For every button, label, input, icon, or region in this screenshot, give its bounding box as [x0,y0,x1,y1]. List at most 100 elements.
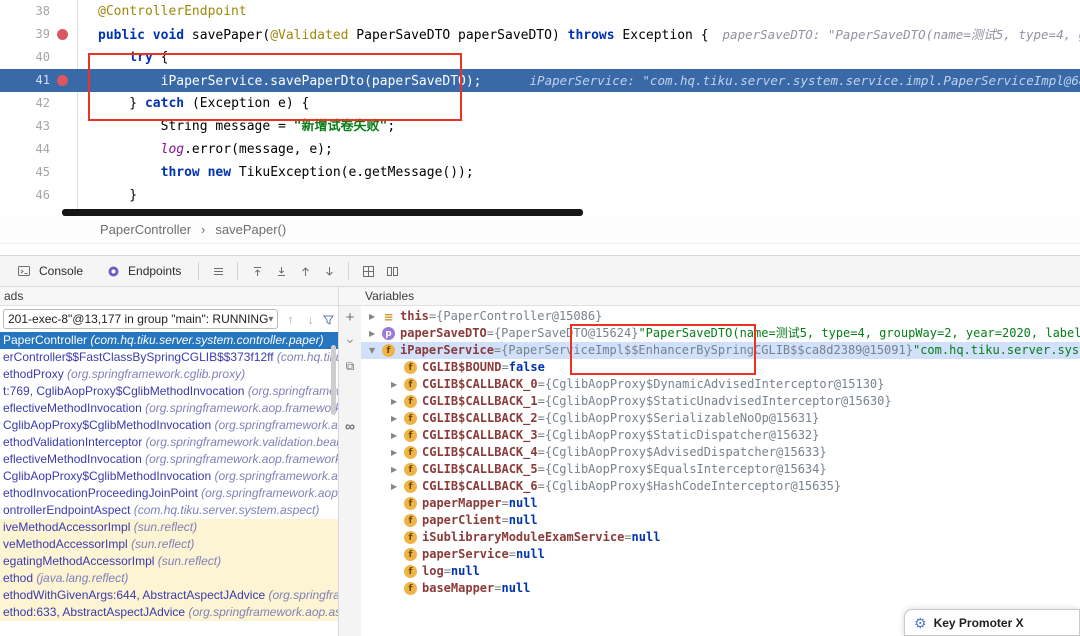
expand-chevron-icon[interactable]: ▶ [391,427,404,444]
equals-sign: = [537,377,545,391]
variable-row[interactable]: f paperClient = null [361,512,1080,529]
tab-console[interactable]: Console [6,258,91,284]
expand-chevron-icon[interactable]: ▶ [391,410,404,427]
variable-reference: {CglibAopProxy$StaticDispatcher@15632} [544,428,820,442]
variable-row[interactable]: ▶ f CGLIB$CALLBACK_1 = {CglibAopProxy$St… [361,393,1080,410]
variable-row[interactable]: ▶ p paperSaveDTO = {PaperSaveDTO@15624} … [361,325,1080,342]
frames-scrollbar-thumb[interactable] [331,345,336,415]
breadcrumb-method[interactable]: savePaper() [215,222,286,237]
hamburger-menu-icon[interactable] [208,261,228,281]
gutter-cell[interactable] [50,138,78,161]
duplicate-icon[interactable]: ⧉ [339,358,361,374]
scroll-to-bottom-icon[interactable] [271,261,291,281]
toolbar-separator [198,262,200,280]
stack-frame[interactable]: CglibAopProxy$CglibMethodInvocation (org… [0,468,338,485]
expand-chevron-icon[interactable]: ▶ [391,461,404,478]
gutter-cell[interactable] [50,23,78,46]
stack-frame[interactable]: eflectiveMethodInvocation (org.springfra… [0,400,338,417]
variable-row[interactable]: ▶ f CGLIB$CALLBACK_6 = {CglibAopProxy$Ha… [361,478,1080,495]
variable-reference: {CglibAopProxy$DynamicAdvisedInterceptor… [544,377,885,391]
variable-row[interactable]: ▶ f CGLIB$CALLBACK_5 = {CglibAopProxy$Eq… [361,461,1080,478]
variable-row[interactable]: f iSublibraryModuleExamService = null [361,529,1080,546]
expand-chevron-icon[interactable]: ▶ [391,444,404,461]
inline-debug-hint: iPaperService: "com.hq.tiku.server.syste… [529,73,1080,88]
gutter-cell[interactable] [50,184,78,207]
add-watch-icon[interactable]: + [339,310,361,326]
variable-type-icon: f [404,548,417,561]
variable-row[interactable]: ▶ ≡ this = {PaperController@15086} [361,308,1080,325]
gutter-cell[interactable] [50,46,78,69]
expand-chevron-icon[interactable]: ▶ [369,308,382,325]
variable-type-icon: f [404,446,417,459]
chevron-right-icon: › [201,222,206,237]
expand-chevron-icon[interactable]: ▼ [369,342,382,359]
equals-sign: = [537,428,545,442]
stack-frame[interactable]: ontrollerEndpointAspect (com.hq.tiku.ser… [0,502,338,519]
frame-class: t:769, CglibAopProxy$CglibMethodInvocati… [3,384,248,398]
stack-frame[interactable]: erController$$FastClassBySpringCGLIB$$37… [0,349,338,366]
horizontal-scrollbar[interactable] [62,209,583,216]
stack-frame[interactable]: iveMethodAccessorImpl (sun.reflect) [0,519,338,536]
stack-frame[interactable]: ethod:633, AbstractAspectJAdvice (org.sp… [0,604,338,621]
expand-chevron-icon[interactable]: ▶ [391,478,404,495]
stack-frame[interactable]: ethodProxy (org.springframework.cglib.pr… [0,366,338,383]
line-number: 46 [35,188,50,202]
tab-endpoints[interactable]: Endpoints [95,258,189,284]
stack-frame[interactable]: PaperController (com.hq.tiku.server.syst… [0,332,338,349]
code-line-44: 44 log.error(message, e); [0,138,1080,161]
prev-frame-icon[interactable]: ↑ [282,312,298,327]
expand-chevron-icon[interactable]: ▶ [391,376,404,393]
variable-row[interactable]: ▼ f iPaperService = {PaperServiceImpl$$E… [361,342,1080,359]
equals-sign: = [624,530,632,544]
variable-name: CGLIB$CALLBACK_1 [422,394,538,408]
equals-sign: = [428,309,437,323]
gutter-cell[interactable] [50,69,78,92]
variable-name: paperService [422,547,509,561]
variable-row[interactable]: f paperMapper = null [361,495,1080,512]
variable-keyword-value: null [515,547,545,561]
variable-row[interactable]: f log = null [361,563,1080,580]
gutter-cell[interactable] [50,92,78,115]
infinity-icon[interactable]: ∞ [339,418,361,434]
scroll-to-top-icon[interactable] [247,261,267,281]
variable-row[interactable]: ▶ f CGLIB$CALLBACK_4 = {CglibAopProxy$Ad… [361,444,1080,461]
code-editor[interactable]: 38 @ControllerEndpoint 39 public void sa… [0,0,1080,216]
variable-row[interactable]: f baseMapper = null [361,580,1080,597]
chevron-down-icon[interactable]: ⌄ [339,330,361,346]
breakpoint-icon[interactable] [57,75,68,86]
stack-frame[interactable]: t:769, CglibAopProxy$CglibMethodInvocati… [0,383,338,400]
gutter-cell[interactable] [50,0,78,23]
stack-frame[interactable]: ethodInvocationProceedingJoinPoint (org.… [0,485,338,502]
variable-row[interactable]: ▶ f CGLIB$CALLBACK_0 = {CglibAopProxy$Dy… [361,376,1080,393]
gutter-cell[interactable] [50,115,78,138]
frame-package: (org.springframework.a [247,384,338,398]
stack-frame[interactable]: ethodValidationInterceptor (org.springfr… [0,434,338,451]
step-out-icon[interactable] [295,261,315,281]
equals-sign: = [537,394,545,408]
variable-row[interactable]: ▶ f CGLIB$CALLBACK_2 = {CglibAopProxy$Se… [361,410,1080,427]
next-frame-icon[interactable]: ↓ [302,312,318,327]
stack-frame[interactable]: ethodWithGivenArgs:644, AbstractAspectJA… [0,587,338,604]
stack-frame[interactable]: CglibAopProxy$CglibMethodInvocation (org… [0,417,338,434]
step-into-icon[interactable] [319,261,339,281]
breakpoint-icon[interactable] [57,29,68,40]
thread-dropdown[interactable]: 201-exec-8"@13,177 in group "main": RUNN… [3,309,279,329]
frame-class: iveMethodAccessorImpl [3,520,134,534]
variable-row[interactable]: ▶ f CGLIB$CALLBACK_3 = {CglibAopProxy$St… [361,427,1080,444]
variable-row[interactable]: f paperService = null [361,546,1080,563]
variables-panel: ▶ ≡ this = {PaperController@15086} ▶ p p… [361,306,1080,636]
expand-chevron-icon[interactable]: ▶ [391,393,404,410]
stack-frame[interactable]: ethod (java.lang.reflect) [0,570,338,587]
grid-view-icon[interactable] [358,261,378,281]
variable-row[interactable]: f CGLIB$BOUND = false [361,359,1080,376]
thread-selector-row: 201-exec-8"@13,177 in group "main": RUNN… [0,306,338,332]
expand-chevron-icon[interactable]: ▶ [369,325,382,342]
filter-frames-icon[interactable] [322,313,335,326]
stack-frame[interactable]: egatingMethodAccessorImpl (sun.reflect) [0,553,338,570]
layout-columns-icon[interactable] [382,261,402,281]
key-promoter-notification[interactable]: ⚙ Key Promoter X [904,609,1080,636]
gutter-cell[interactable] [50,161,78,184]
stack-frame[interactable]: veMethodAccessorImpl (sun.reflect) [0,536,338,553]
stack-frame[interactable]: eflectiveMethodInvocation (org.springfra… [0,451,338,468]
breadcrumb-class[interactable]: PaperController [100,222,191,237]
